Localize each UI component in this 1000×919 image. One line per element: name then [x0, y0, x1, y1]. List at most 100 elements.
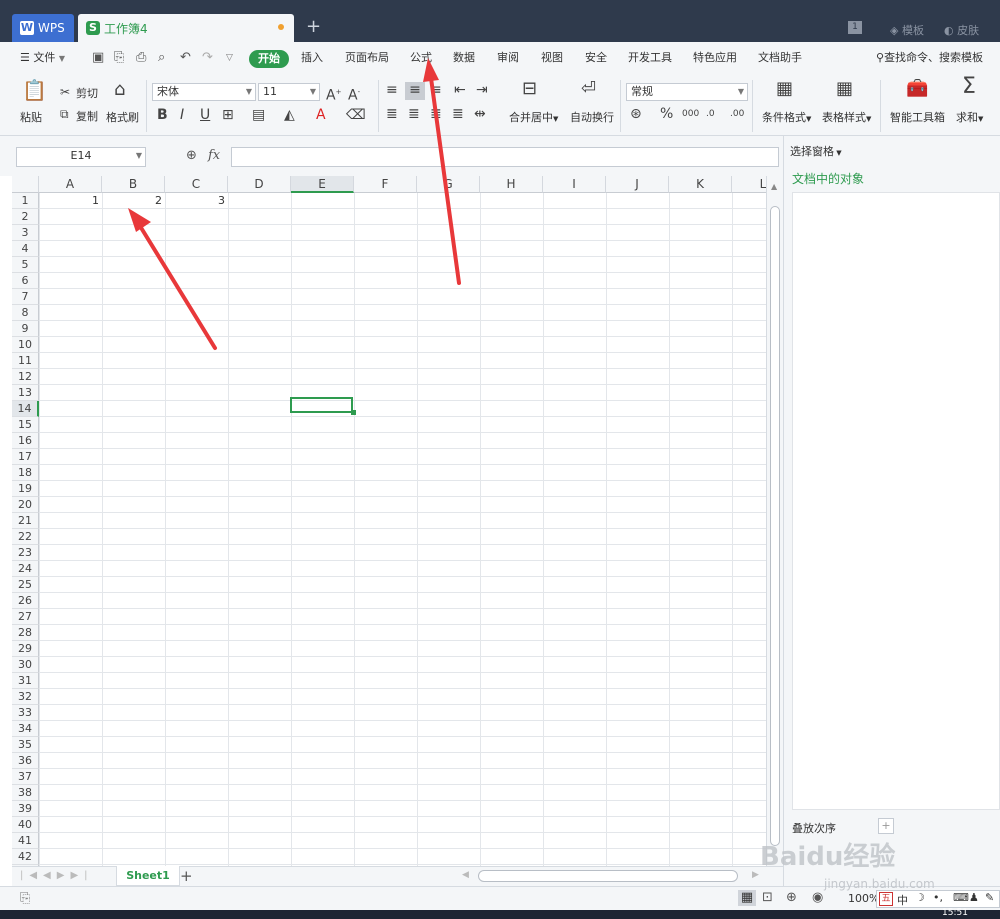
punctuation-icon[interactable]: •, [933, 891, 943, 904]
sum-button[interactable]: 求和▼ [956, 109, 983, 125]
merge-center-button[interactable]: 合并居中▼ [509, 109, 558, 125]
horizontal-scroll-thumb[interactable] [478, 870, 738, 882]
currency-icon[interactable]: ⊛ [630, 106, 642, 122]
wrench-icon[interactable]: ✎ [985, 891, 994, 904]
selection-pane-title[interactable]: 选择窗格 ▼ [790, 143, 842, 159]
cut-button[interactable]: 剪切 [76, 85, 98, 101]
align-bottom-icon[interactable]: ≡ [430, 82, 442, 98]
paste-button[interactable]: 粘贴 [20, 109, 42, 125]
wps-home-tab[interactable]: W WPS [12, 14, 74, 42]
fill-handle[interactable] [351, 410, 356, 415]
eye-protection-icon[interactable]: ◉ [812, 890, 823, 905]
add-sheet-button[interactable]: + [180, 867, 193, 885]
align-center-icon[interactable]: ≣ [408, 106, 420, 122]
increase-indent-icon[interactable]: ⇥ [476, 82, 488, 98]
spreadsheet-grid[interactable]: ABCDEFGHIJKL 1 2 3 4 5 6 7 8 9 10 11 12 13 14 15 16 17 18… [12, 176, 766, 866]
bold-icon[interactable]: B [157, 107, 168, 123]
cell-A1[interactable]: 1 [39, 193, 102, 209]
clear-format-icon[interactable]: ⌫ [346, 107, 366, 123]
tab-doc-assistant[interactable]: 文档助手 [758, 42, 802, 74]
sheet-tab-sheet1[interactable]: Sheet1 [116, 866, 180, 886]
font-size-select[interactable]: 11 ▼ [258, 83, 320, 101]
number-format-select[interactable]: 常规 ▼ [626, 83, 748, 101]
command-search[interactable]: ⚲查找命令、搜索模板 [876, 42, 983, 74]
vertical-scrollbar[interactable]: ▲ [766, 176, 783, 866]
sum-icon[interactable]: Σ [962, 76, 976, 98]
new-tab-button[interactable]: + [306, 16, 321, 37]
tab-security[interactable]: 安全 [585, 42, 607, 74]
tab-view[interactable]: 视图 [541, 42, 563, 74]
tab-developer[interactable]: 开发工具 [628, 42, 672, 74]
decrease-indent-icon[interactable]: ⇤ [454, 82, 466, 98]
increase-font-icon[interactable]: A+ [326, 84, 341, 104]
quick-access-dropdown-icon[interactable]: ▽ [226, 42, 233, 74]
zoom-level[interactable]: 100% [848, 892, 879, 905]
merge-center-icon[interactable]: ⊟ [522, 80, 537, 98]
undo-icon[interactable]: ↶ [180, 42, 191, 74]
align-left-icon[interactable]: ≣ [386, 106, 398, 122]
conditional-format-button[interactable]: 条件格式▼ [762, 109, 811, 125]
tab-home[interactable]: 开始 [249, 50, 289, 68]
tab-review[interactable]: 审阅 [497, 42, 519, 74]
font-name-select[interactable]: 宋体 ▼ [152, 83, 256, 101]
wrap-text-icon[interactable]: ⏎ [581, 80, 596, 98]
align-top-icon[interactable]: ≡ [386, 82, 398, 98]
export-pdf-icon[interactable]: ⎘ [114, 42, 124, 74]
page-layout-view-icon[interactable]: ⊕ [786, 890, 797, 905]
cell-style-icon[interactable]: ▤ [252, 107, 265, 123]
conditional-format-icon[interactable]: ▦ [776, 80, 793, 98]
underline-icon[interactable]: U [200, 107, 210, 123]
objects-list[interactable] [792, 192, 1000, 810]
tab-special-apps[interactable]: 特色应用 [693, 42, 737, 74]
decrease-font-icon[interactable]: A- [348, 84, 360, 104]
cell-B1[interactable]: 2 [102, 193, 165, 209]
name-box[interactable]: E14 ▼ [16, 147, 146, 167]
ime-mode[interactable]: 中 [897, 892, 908, 908]
scroll-right-icon[interactable]: ▶ [752, 870, 759, 880]
toolbox-icon[interactable]: 🧰 [906, 80, 928, 98]
active-cell-E14[interactable] [290, 397, 353, 413]
template-button[interactable]: ◈ 模板 [890, 22, 924, 38]
distributed-icon[interactable]: ⇹ [474, 106, 486, 122]
save-icon[interactable]: ▣ [92, 42, 104, 74]
thousands-icon[interactable]: 000 [682, 106, 699, 122]
wrap-text-button[interactable]: 自动换行 [570, 109, 614, 125]
scissors-icon[interactable]: ✂ [60, 84, 70, 100]
format-painter-icon[interactable]: ⌂ [114, 81, 125, 99]
sheet-nav-arrows-icon[interactable]: |◀◀▶▶| [20, 870, 94, 881]
scroll-left-icon[interactable]: ◀ [462, 870, 469, 880]
justify-icon[interactable]: ≣ [452, 106, 464, 122]
increase-decimal-icon[interactable]: .0 [706, 106, 715, 122]
zoom-function-icon[interactable]: ⊕ [186, 148, 197, 163]
tab-formulas[interactable]: 公式 [410, 42, 432, 74]
window-count-badge[interactable]: 1 [848, 21, 862, 34]
percent-icon[interactable]: % [660, 106, 673, 122]
insert-function-button[interactable]: fx [208, 148, 220, 163]
user-icon[interactable]: ♟ [969, 891, 979, 904]
macro-record-icon[interactable]: ⎘ [20, 891, 30, 906]
table-style-icon[interactable]: ▦ [836, 80, 853, 98]
ime-toolbar[interactable]: 五 中 ☽ •, ⌨ ♟ ✎ [876, 890, 1000, 908]
font-color-icon[interactable]: A [316, 107, 326, 123]
print-icon[interactable]: ⎙ [136, 42, 146, 74]
smart-toolbox-button[interactable]: 智能工具箱 [890, 109, 945, 125]
format-painter-button[interactable]: 格式刷 [106, 109, 139, 125]
tab-data[interactable]: 数据 [453, 42, 475, 74]
cell-C1[interactable]: 3 [165, 193, 228, 209]
scroll-up-icon[interactable]: ▲ [771, 182, 777, 191]
bring-forward-icon[interactable]: + [878, 818, 894, 834]
copy-button[interactable]: 复制 [76, 108, 98, 124]
paste-icon[interactable]: 📋 [22, 80, 47, 100]
moon-icon[interactable]: ☽ [915, 891, 925, 904]
tab-insert[interactable]: 插入 [301, 42, 323, 74]
fill-color-icon[interactable]: ◭ [284, 107, 295, 123]
page-break-view-icon[interactable]: ⊡ [762, 890, 773, 905]
redo-icon[interactable]: ↷ [202, 42, 213, 74]
document-tab[interactable]: S 工作簿4 [78, 14, 294, 42]
keyboard-icon[interactable]: ⌨ [953, 891, 969, 904]
formula-input[interactable] [231, 147, 779, 167]
skin-button[interactable]: ◐ 皮肤 [944, 22, 979, 38]
decrease-decimal-icon[interactable]: .00 [730, 106, 744, 122]
tab-page-layout[interactable]: 页面布局 [345, 42, 389, 74]
normal-view-icon[interactable]: ▦ [738, 890, 756, 906]
